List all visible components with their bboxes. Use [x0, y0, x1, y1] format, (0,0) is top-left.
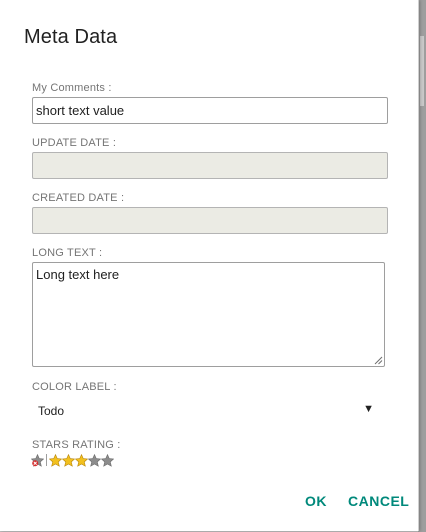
comments-input[interactable] [32, 97, 388, 124]
resize-grip-icon[interactable] [374, 356, 383, 365]
cancel-rating-icon[interactable] [31, 453, 44, 467]
color-label-select[interactable]: Todo ▼ [32, 400, 378, 422]
color-label-selected-value: Todo [38, 404, 65, 418]
created-date-input [32, 207, 388, 234]
dialog-title: Meta Data [24, 26, 118, 48]
update-date-label: UPDATE DATE : [32, 137, 117, 149]
star-icon[interactable] [62, 453, 75, 467]
background-scrollbar [418, 0, 426, 532]
color-label-label: COLOR LABEL : [32, 381, 117, 393]
created-date-label: CREATED DATE : [32, 192, 125, 204]
stars-rating [31, 453, 114, 467]
star-icon[interactable] [75, 453, 88, 467]
stars-rating-label: STARS RATING : [32, 439, 121, 451]
meta-data-dialog: Meta Data My Comments : UPDATE DATE : CR… [0, 0, 419, 531]
star-row [49, 453, 114, 467]
comments-label: My Comments : [32, 82, 112, 94]
star-icon[interactable] [101, 453, 114, 467]
rating-divider [46, 454, 47, 466]
long-text-label: LONG TEXT : [32, 247, 103, 259]
star-icon[interactable] [49, 453, 62, 467]
ok-button[interactable]: OK [305, 493, 327, 509]
cancel-button[interactable]: CANCEL [348, 493, 409, 509]
long-text-textarea[interactable] [32, 262, 385, 367]
background-scrollbar-thumb [420, 36, 424, 106]
update-date-input [32, 152, 388, 179]
star-icon[interactable] [88, 453, 101, 467]
dropdown-arrow-icon: ▼ [363, 403, 374, 415]
